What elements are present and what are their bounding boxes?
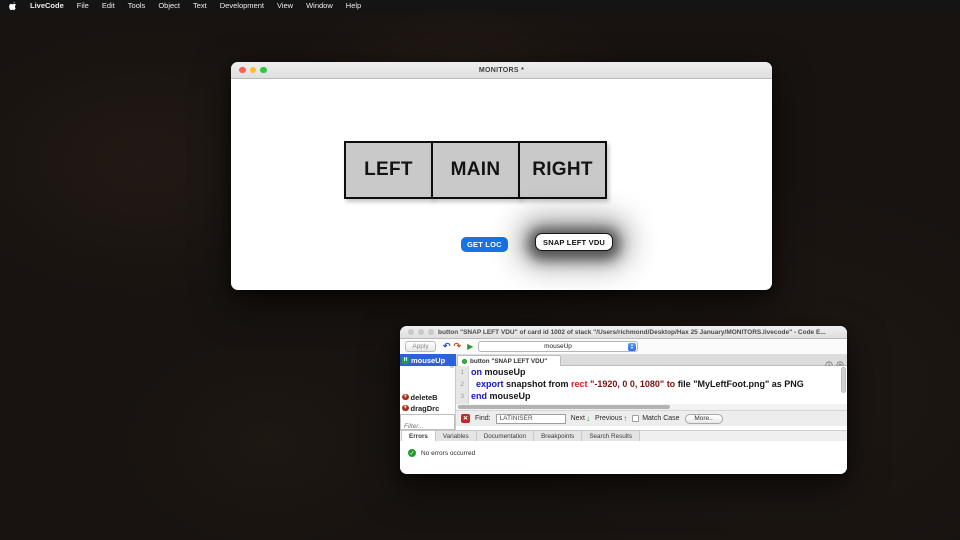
zoom-button[interactable] [260,67,267,74]
menu-item-object[interactable]: Object [158,0,180,12]
menu-item-text[interactable]: Text [193,0,207,12]
bottom-tab-variables[interactable]: Variables [435,430,477,441]
menu-item-file[interactable]: File [77,0,89,12]
editor-window-title: button "SNAP LEFT VDU" of card id 1002 o… [400,329,847,336]
bottom-tab-documentation[interactable]: Documentation [476,430,534,441]
monitors-titlebar[interactable]: MONITORS * [231,62,772,79]
handler-dropdown-value: mouseUp [544,343,572,350]
editor-toolbar: Apply ↶ ↷ ▶ mouseUp ▲▼ [400,339,847,354]
code-line: 2 export snapshot from rect "-1920, 0 0,… [456,378,847,390]
script-status-dot-icon [462,359,467,364]
filter-field[interactable] [400,414,455,430]
menu-item-view[interactable]: View [277,0,293,12]
monitor-box-left[interactable]: LEFT [344,141,433,199]
window-title: MONITORS * [231,67,772,74]
status-message: No errors occurred [421,450,475,457]
code-line: 3end mouseUp [456,390,847,402]
line-number: 3 [456,390,467,402]
code-text: export snapshot from rect "-1920, 0 0, 1… [467,378,804,390]
success-check-icon: ✓ [408,449,416,457]
bottom-tab-errors[interactable]: Errors [401,430,436,441]
script-tab-label: button "SNAP LEFT VDU" [470,358,547,365]
monitor-boxes: LEFTMAINRIGHT [344,141,607,199]
code-line: 1on mouseUp [456,366,847,378]
dropdown-stepper-icon[interactable]: ▲▼ [628,343,636,351]
script-tabbar: button "SNAP LEFT VDU" [456,354,847,366]
find-previous[interactable]: Previous ↑ [595,414,627,423]
errors-panel: ✓ No errors occurred [400,441,847,474]
snap-left-vdu-button[interactable]: SNAP LEFT VDU [535,233,613,251]
handler-item-mouseUp[interactable]: HmouseUp [400,354,456,366]
apple-menu-icon[interactable] [9,1,17,11]
find-bar: ✕ Find: Next ↓ Previous ↑ Match Case Mor… [456,410,847,426]
handler-dropdown[interactable]: mouseUp ▲▼ [478,341,638,352]
close-button[interactable] [408,329,414,335]
match-case-label: Match Case [642,415,679,422]
find-next[interactable]: Next ↓ [571,414,590,423]
handler-h-icon: H [402,357,409,364]
scrollbar-thumb[interactable] [458,405,670,409]
menu-item-tools[interactable]: Tools [128,0,146,12]
handler-item-dragDrc[interactable]: +dragDrc [400,402,456,414]
zoom-button[interactable] [428,329,434,335]
find-close-icon[interactable]: ✕ [461,414,470,423]
script-tab[interactable]: button "SNAP LEFT VDU" [457,355,561,366]
monitor-box-right[interactable]: RIGHT [518,141,607,199]
traffic-lights [239,67,267,74]
editor-traffic-lights [408,329,434,335]
editor-titlebar[interactable]: button "SNAP LEFT VDU" of card id 1002 o… [400,326,847,339]
menu-bar: LiveCode File Edit Tools Object Text Developme… [0,0,960,12]
line-number: 2 [456,378,467,390]
bottom-tab-search-results[interactable]: Search Results [581,430,640,441]
close-button[interactable] [239,67,246,74]
minimize-button[interactable] [250,67,257,74]
get-loc-button[interactable]: GET LOC [461,237,508,252]
menu-items: LiveCode File Edit Tools Object Text Developme… [30,0,361,12]
plus-circle-icon: + [402,405,409,412]
handler-name: dragDrc [411,404,440,413]
run-icon[interactable]: ▶ [467,341,473,352]
next-arrow-icon: ↓ [586,414,590,423]
handler-name: mouseUp [411,356,445,365]
handler-name: deleteB [411,393,438,402]
menu-item-edit[interactable]: Edit [102,0,115,12]
find-label: Find: [475,415,491,422]
code-text: end mouseUp [467,390,531,402]
handler-list-sidebar: HmouseUp +deleteB+dragDrc [400,354,456,430]
redo-icon[interactable]: ↷ [454,341,462,352]
code-lines: 1on mouseUp2 export snapshot from rect "… [456,366,847,402]
script-code-area[interactable]: 1on mouseUp2 export snapshot from rect "… [456,366,847,404]
plus-circle-icon: + [402,394,409,401]
menu-item-help[interactable]: Help [346,0,361,12]
more-button[interactable]: More.. [685,414,723,424]
code-text: on mouseUp [467,366,526,378]
bottom-tabbar: ErrorsVariablesDocumentationBreakpointsS… [400,430,847,441]
minimize-button[interactable] [418,329,424,335]
code-vertical-scrollbar[interactable] [841,367,846,393]
monitor-box-main[interactable]: MAIN [431,141,520,199]
line-number: 1 [456,366,467,378]
undo-icon[interactable]: ↶ [443,341,451,352]
monitors-window: MONITORS * LEFTMAINRIGHT GET LOC SNAP LE… [231,62,772,290]
menu-item-window[interactable]: Window [306,0,333,12]
bottom-tab-breakpoints[interactable]: Breakpoints [533,430,582,441]
menu-item-livecode[interactable]: LiveCode [30,0,64,12]
match-case-checkbox[interactable] [632,415,639,422]
apply-button[interactable]: Apply [405,341,436,352]
menu-item-development[interactable]: Development [220,0,264,12]
code-editor-window: button "SNAP LEFT VDU" of card id 1002 o… [400,326,847,474]
previous-arrow-icon: ↑ [623,414,627,423]
find-input[interactable] [496,414,566,424]
